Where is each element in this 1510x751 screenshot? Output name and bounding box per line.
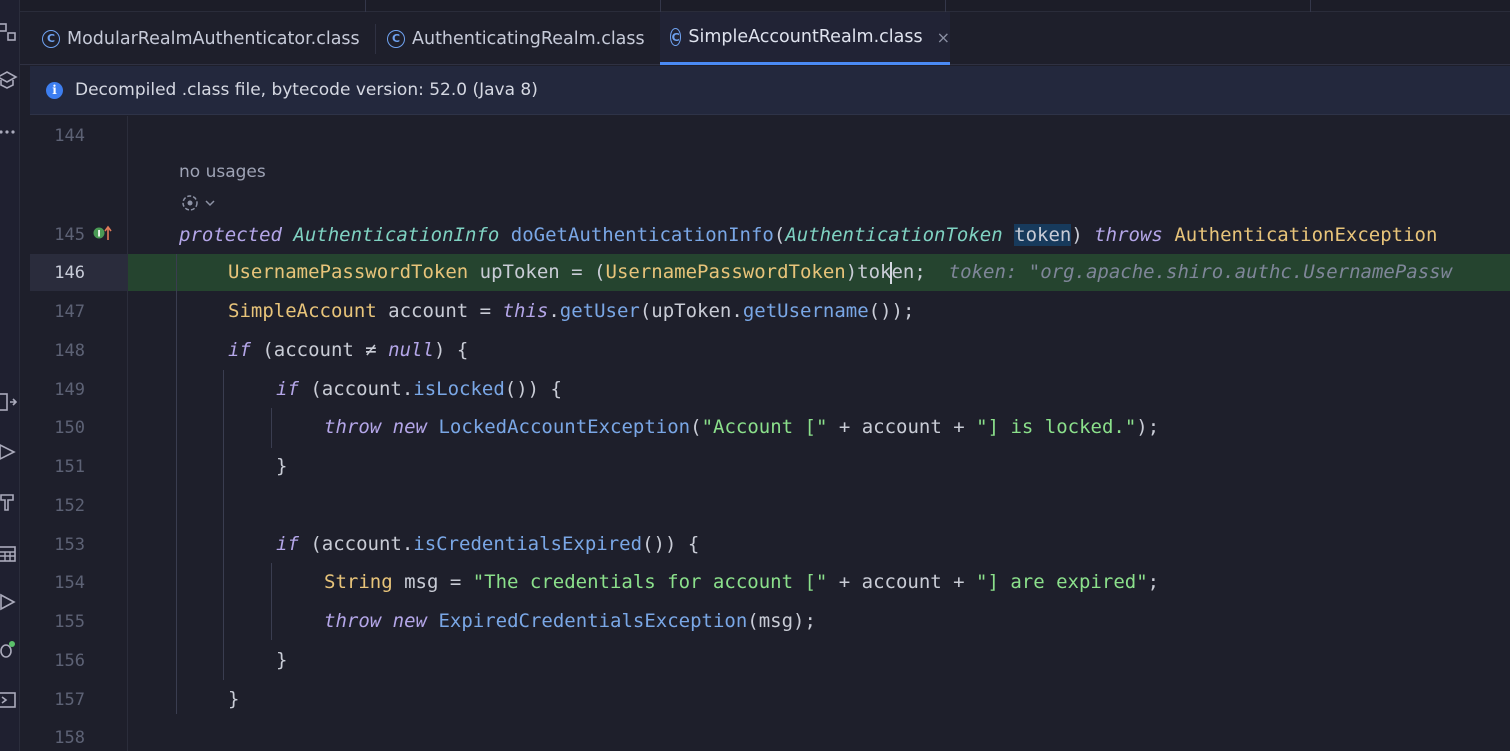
code-line-150: throw new LockedAccountException("Accoun… (324, 416, 1160, 438)
learn-icon[interactable] (0, 68, 20, 92)
editor-tab-bar: C ModularRealmAuthenticator.class C Auth… (20, 12, 1510, 65)
build-icon[interactable] (0, 490, 20, 514)
class-icon: C (42, 29, 60, 48)
top-strip (20, 0, 1510, 12)
class-icon: C (670, 28, 682, 46)
code-line-148: if (account ≠ null) { (228, 339, 469, 361)
more-icon[interactable] (0, 120, 20, 144)
decompiled-info-banner: i Decompiled .class file, bytecode versi… (30, 66, 1510, 115)
tab-label: SimpleAccountRealm.class (688, 27, 923, 47)
tab-modular-realm-authenticator[interactable]: C ModularRealmAuthenticator.class (42, 12, 372, 65)
tool-window-strip (0, 0, 20, 751)
code-area[interactable]: protected AuthenticationInfo doGetAuthen… (30, 116, 1510, 751)
code-line-154: String msg = "The credentials for accoun… (324, 571, 1160, 593)
tab-label: AuthenticatingRealm.class (412, 28, 645, 49)
run-icon[interactable] (0, 590, 20, 614)
code-line-157: } (228, 688, 240, 710)
tab-authenticating-realm[interactable]: C AuthenticatingRealm.class (387, 12, 657, 65)
banner-text: Decompiled .class file, bytecode version… (75, 80, 538, 100)
info-icon: i (46, 81, 63, 99)
code-line-147: SimpleAccount account = this.getUser(upT… (228, 300, 915, 322)
code-line-149: if (account.isLocked()) { (276, 378, 562, 400)
structure-icon[interactable] (0, 20, 20, 44)
services-icon[interactable] (0, 390, 20, 414)
close-tab-icon[interactable]: × (937, 28, 950, 47)
code-line-155: throw new ExpiredCredentialsException(ms… (324, 610, 816, 632)
inline-debug-value: token: "org.apache.shiro.authc.UsernameP… (948, 261, 1453, 283)
code-editor[interactable]: 144 145 146 147 148 149 150 151 152 153 … (30, 116, 1510, 751)
code-line-145: protected AuthenticationInfo doGetAuthen… (179, 224, 1438, 246)
debug-icon[interactable] (0, 638, 20, 662)
terminal-icon[interactable] (0, 688, 20, 712)
tab-simple-account-realm[interactable]: C SimpleAccountRealm.class × (660, 12, 950, 65)
database-icon[interactable] (0, 542, 20, 566)
endpoints-icon[interactable] (0, 440, 20, 464)
class-icon: C (387, 29, 405, 48)
tab-label: ModularRealmAuthenticator.class (67, 28, 360, 49)
code-line-156: } (276, 649, 288, 671)
code-line-153: if (account.isCredentialsExpired()) { (276, 533, 700, 555)
code-line-146: UsernamePasswordToken upToken = (Usernam… (228, 261, 1453, 284)
code-line-151: } (276, 455, 288, 477)
